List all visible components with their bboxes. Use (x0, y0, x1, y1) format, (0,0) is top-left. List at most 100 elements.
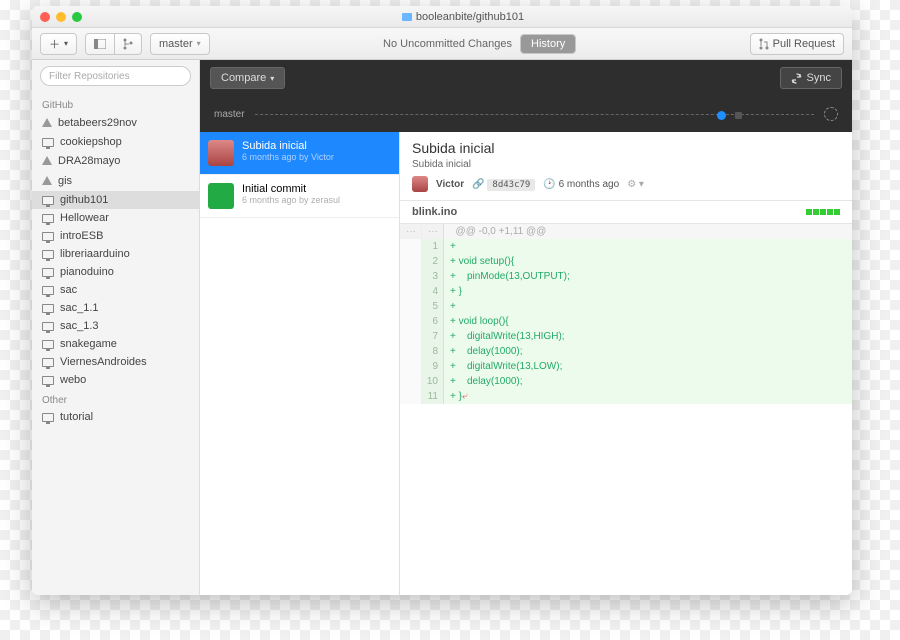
diff-view[interactable]: ······ @@ -0,0 +1,11 @@1+2+ void setup()… (400, 224, 852, 595)
gear-icon[interactable]: ⚙ ▾ (627, 179, 644, 190)
commit-item[interactable]: Initial commit6 months ago by zerasul (200, 175, 399, 218)
sidebar-item[interactable]: DRA28mayo (32, 151, 199, 171)
diff-line: 2+ void setup(){ (400, 254, 852, 269)
diff-line: 3+ pinMode(13,OUTPUT); (400, 269, 852, 284)
timeline[interactable]: master (200, 96, 852, 132)
monitor-icon (42, 250, 54, 259)
sidebar-item-label: betabeers29nov (58, 117, 137, 129)
filter-input[interactable]: Filter Repositories (40, 66, 191, 86)
timeline-handle-icon[interactable] (717, 111, 726, 120)
timeline-end-icon (824, 107, 838, 121)
monitor-icon (42, 358, 54, 367)
sidebar-item[interactable]: sac_1.1 (32, 299, 199, 317)
sidebar-item[interactable]: snakegame (32, 335, 199, 353)
sidebar-item[interactable]: gis (32, 171, 199, 191)
author-avatar-icon (412, 176, 428, 192)
toolbar: ＋ ▾ master ▾ No Uncommitted Changes Hist… (32, 28, 852, 60)
timeline-branch-label: master (214, 109, 245, 120)
sidebar-item[interactable]: webo (32, 371, 199, 389)
diff-line: 8+ delay(1000); (400, 344, 852, 359)
sync-button[interactable]: Sync (780, 67, 842, 89)
timeline-node-icon (735, 112, 742, 119)
sidebar-item[interactable]: sac (32, 281, 199, 299)
commit-subtitle: 6 months ago by zerasul (242, 195, 340, 205)
commit-title: Initial commit (242, 183, 340, 195)
sidebar-item-label: introESB (60, 230, 103, 242)
sidebar-item-label: DRA28mayo (58, 155, 120, 167)
sidebar-item[interactable]: github101 (32, 191, 199, 209)
commit-title: Subida inicial (242, 140, 334, 152)
diff-line: 1+ (400, 239, 852, 254)
monitor-icon (42, 196, 54, 205)
sidebar-item-label: sac (60, 284, 77, 296)
close-icon[interactable] (40, 12, 50, 22)
sidebar-item-label: cookiepshop (60, 136, 122, 148)
sync-icon (791, 73, 802, 84)
commit-detail: Subida inicial Subida inicial Victor 🔗 8… (400, 132, 852, 595)
status-label: No Uncommitted Changes (383, 38, 512, 50)
sidebar-item[interactable]: sac_1.3 (32, 317, 199, 335)
branch-icon-button[interactable] (115, 33, 142, 55)
sidebar-item-label: snakegame (60, 338, 117, 350)
sidebar-item[interactable]: betabeers29nov (32, 113, 199, 133)
sidebar-item-label: tutorial (60, 411, 93, 423)
warning-icon (42, 171, 52, 185)
sidebar-item-label: github101 (60, 194, 108, 206)
monitor-icon (42, 340, 54, 349)
author-name: Victor (436, 179, 464, 190)
sidebar-item-label: gis (58, 175, 72, 187)
folder-icon (402, 13, 412, 21)
diff-line: 5+ (400, 299, 852, 314)
file-header[interactable]: blink.ino (400, 200, 852, 224)
sidebar-item-label: sac_1.3 (60, 320, 99, 332)
sidebar-item[interactable]: libreriaarduino (32, 245, 199, 263)
sidebar-item-label: pianoduino (60, 266, 114, 278)
sidebar-item-label: sac_1.1 (60, 302, 99, 314)
diff-line: 10+ delay(1000); (400, 374, 852, 389)
compare-bar: Compare ▾ Sync (200, 60, 852, 96)
sidebar-item[interactable]: introESB (32, 227, 199, 245)
sidebar-item[interactable]: pianoduino (32, 263, 199, 281)
view-segment[interactable]: History (520, 34, 576, 54)
add-button[interactable]: ＋ ▾ (40, 33, 77, 55)
detail-title: Subida inicial (412, 140, 840, 156)
sidebar-item[interactable]: cookiepshop (32, 133, 199, 151)
diff-hunk-header: ······ @@ -0,0 +1,11 @@ (400, 224, 852, 239)
monitor-icon (42, 413, 54, 422)
monitor-icon (42, 268, 54, 277)
monitor-icon (42, 286, 54, 295)
sidebar-item[interactable]: tutorial (32, 408, 199, 426)
sidebar-header-github: GitHub (32, 94, 199, 113)
avatar-icon (208, 140, 234, 166)
diff-line: 4+ } (400, 284, 852, 299)
minimize-icon[interactable] (56, 12, 66, 22)
zoom-icon[interactable] (72, 12, 82, 22)
sidebar-toggle-button[interactable] (85, 33, 115, 55)
sidebar-item-label: ViernesAndroides (60, 356, 147, 368)
commit-list: Subida inicial6 months ago by VictorInit… (200, 132, 400, 595)
sidebar-header-other: Other (32, 389, 199, 408)
monitor-icon (42, 376, 54, 385)
commit-item[interactable]: Subida inicial6 months ago by Victor (200, 132, 399, 175)
sidebar-item[interactable]: Hellowear (32, 209, 199, 227)
titlebar: booleanbite/github101 (32, 6, 852, 28)
monitor-icon (42, 304, 54, 313)
pull-request-button[interactable]: Pull Request (750, 33, 844, 55)
sidebar-item-label: libreriaarduino (60, 248, 130, 260)
window-title: booleanbite/github101 (416, 11, 524, 23)
sidebar: Filter Repositories GitHub betabeers29no… (32, 60, 200, 595)
commit-time: 6 months ago (559, 179, 620, 190)
sidebar-item-label: webo (60, 374, 86, 386)
avatar-icon (208, 183, 234, 209)
compare-button[interactable]: Compare ▾ (210, 67, 285, 89)
monitor-icon (42, 232, 54, 241)
sidebar-item[interactable]: ViernesAndroides (32, 353, 199, 371)
diff-line: 11+ } (400, 389, 852, 404)
monitor-icon (42, 322, 54, 331)
commit-subtitle: 6 months ago by Victor (242, 152, 334, 162)
commit-sha[interactable]: 8d43c79 (487, 179, 535, 191)
monitor-icon (42, 138, 54, 147)
diff-line: 7+ digitalWrite(13,HIGH); (400, 329, 852, 344)
branch-select[interactable]: master ▾ (150, 33, 210, 55)
detail-subtitle: Subida inicial (412, 159, 840, 170)
